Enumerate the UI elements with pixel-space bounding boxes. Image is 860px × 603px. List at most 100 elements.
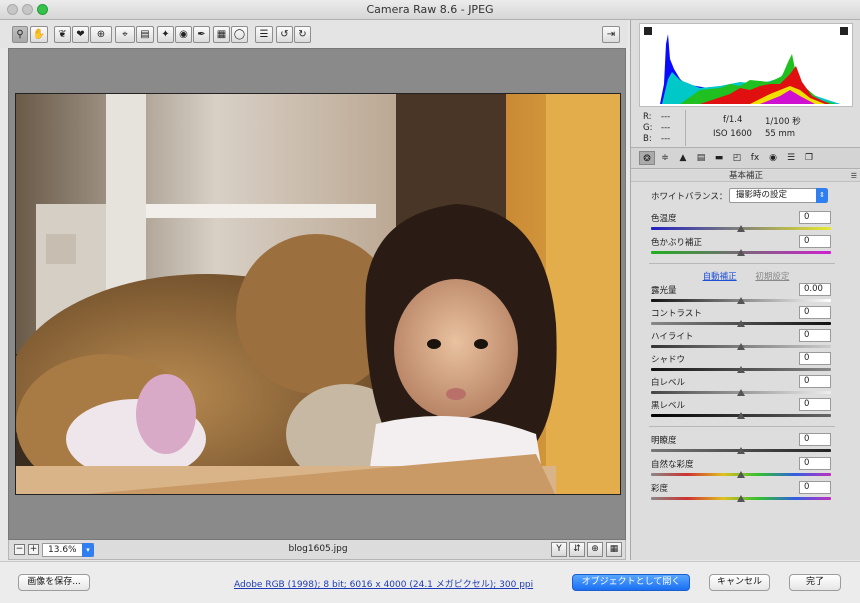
white-balance-tool-button[interactable]: ❦ [54, 26, 71, 43]
copy-settings-button[interactable]: ⊕ [587, 542, 603, 557]
crop-tool-button[interactable]: ⌖ [115, 26, 135, 43]
tab-basic[interactable]: ❂ [639, 151, 655, 165]
rotate-ccw-icon: ↺ [280, 29, 289, 40]
slider-thumb[interactable] [737, 320, 745, 327]
shadows-field[interactable]: 0 [799, 352, 831, 365]
slider-thumb[interactable] [737, 447, 745, 454]
split-toning-icon: ▬ [714, 153, 724, 163]
preferences-button[interactable]: ☰ [255, 26, 273, 43]
shadow-clipping-toggle[interactable] [644, 27, 652, 35]
slider-exposure[interactable]: 露光量 0.00 [651, 283, 831, 306]
camera-icon: ◉ [769, 153, 777, 163]
tab-effects[interactable]: fx [747, 151, 763, 165]
vibrance-field[interactable]: 0 [799, 457, 831, 470]
open-object-button[interactable]: オブジェクトとして開く [572, 574, 690, 591]
slider-label: 自然な彩度 [651, 460, 694, 470]
slider-thumb[interactable] [737, 297, 745, 304]
tool-bar: ⚲ ✋ ❦ ❤ ⊕ ⌖ ▤ ✦ ◉ ✒ ▦ ◯ ☰ ↺ ↻ ⇥ [0, 20, 628, 48]
rotate-ccw-button[interactable]: ↺ [276, 26, 293, 43]
slider-contrast[interactable]: コントラスト 0 [651, 306, 831, 329]
right-panel: R: --- G: --- B: --- f/1.4 1/100 秒 ISO 1… [630, 20, 860, 560]
zoom-window-button[interactable] [37, 4, 48, 15]
white-balance-icon: ❦ [58, 29, 67, 40]
temperature-field[interactable]: 0 [799, 211, 831, 224]
slider-blacks[interactable]: 黒レベル 0 [651, 398, 831, 421]
tab-tone-curve[interactable]: ≑ [657, 151, 673, 165]
radial-filter-tool-button[interactable]: ◯ [231, 26, 248, 43]
blacks-field[interactable]: 0 [799, 398, 831, 411]
slider-thumb[interactable] [737, 366, 745, 373]
tab-detail[interactable]: ▲ [675, 151, 691, 165]
slider-thumb[interactable] [737, 412, 745, 419]
saturation-field[interactable]: 0 [799, 481, 831, 494]
fullscreen-button[interactable]: ⇥ [602, 26, 620, 43]
whites-field[interactable]: 0 [799, 375, 831, 388]
title-bar: Camera Raw 8.6 - JPEG [0, 0, 860, 20]
highlights-field[interactable]: 0 [799, 329, 831, 342]
tab-camera-calibration[interactable]: ◉ [765, 151, 781, 165]
highlight-clipping-toggle[interactable] [840, 27, 848, 35]
color-sampler-tool-button[interactable]: ❤ [72, 26, 89, 43]
rotate-cw-button[interactable]: ↻ [294, 26, 311, 43]
view-mode-button[interactable]: Y [551, 542, 567, 557]
slider-saturation[interactable]: 彩度 0 [651, 481, 831, 504]
adjustment-brush-tool-button[interactable]: ✒ [193, 26, 210, 43]
preferences-icon: ☰ [259, 29, 269, 40]
slider-thumb[interactable] [737, 495, 745, 502]
minimize-window-button[interactable] [22, 4, 33, 15]
toggle-settings-button[interactable]: ▦ [606, 542, 622, 557]
tint-field[interactable]: 0 [799, 235, 831, 248]
preview-area[interactable] [8, 48, 626, 540]
slider-thumb[interactable] [737, 343, 745, 350]
zoom-tool-button[interactable]: ⚲ [12, 26, 28, 43]
clarity-field[interactable]: 0 [799, 433, 831, 446]
slider-label: 色かぶり補正 [651, 238, 703, 248]
default-link[interactable]: 初期設定 [755, 272, 789, 282]
slider-clarity[interactable]: 明瞭度 0 [651, 433, 831, 456]
readout-divider [685, 110, 686, 146]
tab-snapshots[interactable]: ❐ [801, 151, 817, 165]
preview-status-bar: − + 13.6% ▾ blog1605.jpg Y ⇵ ⊕ ▦ [8, 540, 626, 560]
slider-thumb[interactable] [737, 225, 745, 232]
tab-hsl[interactable]: ▤ [693, 151, 709, 165]
slider-thumb[interactable] [737, 249, 745, 256]
white-balance-select[interactable]: 撮影時の設定 ⇕ [729, 188, 828, 203]
workflow-options-link[interactable]: Adobe RGB (1998); 8 bit; 6016 x 4000 (24… [234, 577, 533, 590]
slider-tint[interactable]: 色かぶり補正 0 [651, 235, 831, 258]
slider-thumb[interactable] [737, 471, 745, 478]
contrast-field[interactable]: 0 [799, 306, 831, 319]
swap-settings-button[interactable]: ⇵ [569, 542, 585, 557]
slider-highlights[interactable]: ハイライト 0 [651, 329, 831, 352]
presets-icon: ☰ [786, 153, 796, 163]
slider-temperature[interactable]: 色温度 0 [651, 211, 831, 234]
tab-split-toning[interactable]: ▬ [711, 151, 727, 165]
tab-lens-corrections[interactable]: ◰ [729, 151, 745, 165]
slider-thumb[interactable] [737, 389, 745, 396]
swap-icon: ⇵ [573, 544, 581, 554]
save-image-button[interactable]: 画像を保存... [18, 574, 90, 591]
red-eye-tool-button[interactable]: ◉ [175, 26, 192, 43]
iso-value: ISO 1600 [713, 129, 752, 139]
slider-whites[interactable]: 白レベル 0 [651, 375, 831, 398]
slider-label: 彩度 [651, 484, 669, 494]
panel-title: 基本補正 ☰ [631, 170, 860, 182]
slider-label: コントラスト [651, 309, 702, 319]
photo-preview[interactable] [15, 93, 621, 495]
exposure-field[interactable]: 0.00 [799, 283, 831, 296]
targeted-adjustment-tool-button[interactable]: ⊕ [90, 26, 112, 43]
straighten-tool-button[interactable]: ▤ [136, 26, 154, 43]
auto-link[interactable]: 自動補正 [703, 272, 737, 282]
cancel-button[interactable]: キャンセル [709, 574, 770, 591]
panel-title-text: 基本補正 [728, 171, 763, 181]
tab-presets[interactable]: ☰ [783, 151, 799, 165]
hand-tool-button[interactable]: ✋ [30, 26, 48, 43]
slider-label: 色温度 [651, 214, 677, 224]
lens-icon: ◰ [732, 153, 742, 163]
panel-menu-icon[interactable]: ☰ [851, 170, 857, 182]
graduated-filter-tool-button[interactable]: ▦ [213, 26, 230, 43]
done-button[interactable]: 完了 [789, 574, 841, 591]
slider-vibrance[interactable]: 自然な彩度 0 [651, 457, 831, 480]
spot-removal-tool-button[interactable]: ✦ [157, 26, 174, 43]
slider-shadows[interactable]: シャドウ 0 [651, 352, 831, 375]
close-window-button[interactable] [7, 4, 18, 15]
